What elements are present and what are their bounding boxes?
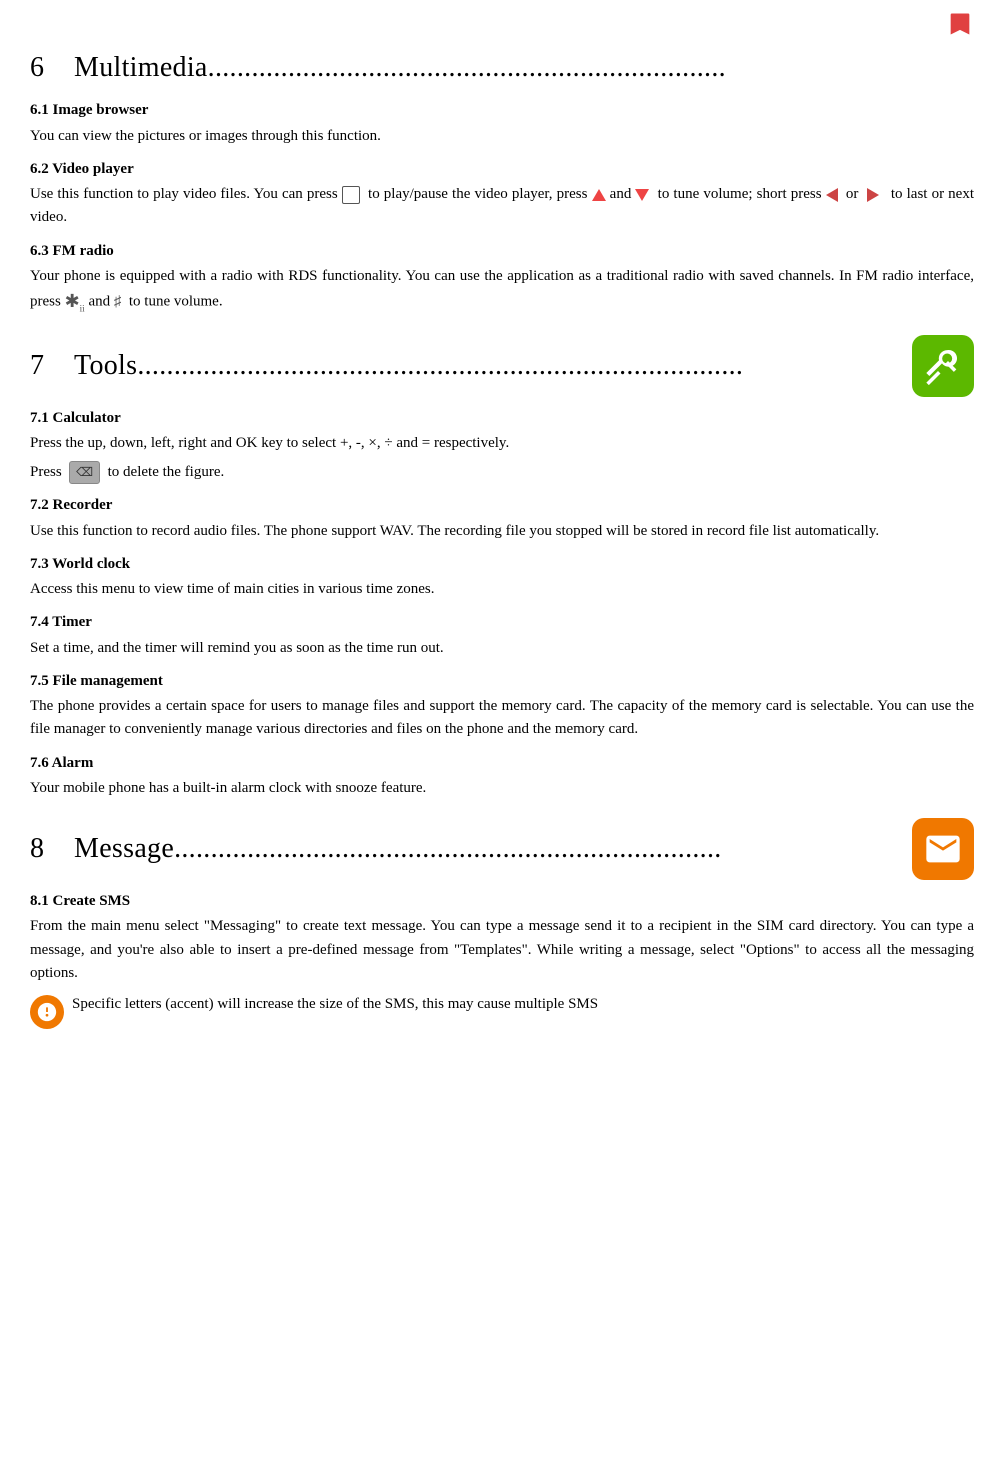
subsection-7-2-body: Use this function to record audio files.… (30, 520, 974, 543)
tools-icon-box (912, 335, 974, 397)
delete-key-icon: ⌫ (69, 461, 100, 484)
subsection-6-1-body: You can view the pictures or images thro… (30, 125, 974, 148)
subsection-8-1-body: From the main menu select "Messaging" to… (30, 915, 974, 985)
wrench-screwdriver-icon (923, 346, 963, 386)
subsection-7-6-title: 7.6 Alarm (30, 752, 974, 775)
right-arrow-icon (867, 188, 879, 202)
section-7-header: 7 Tools.................................… (30, 335, 974, 397)
envelope-icon (923, 829, 963, 869)
subsection-7-3-title: 7.3 World clock (30, 553, 974, 576)
section-7-title: Tools...................................… (74, 344, 912, 387)
star-key-icon: ✱ii (65, 288, 85, 317)
subsection-7-6-body: Your mobile phone has a built-in alarm c… (30, 777, 974, 800)
section-6-number: 6 (30, 46, 60, 89)
note-icon-wrap (30, 995, 64, 1029)
subsection-6-1-title: 6.1 Image browser (30, 99, 974, 122)
section-8-header: 8 Message...............................… (30, 818, 974, 880)
subsection-7-4-title: 7.4 Timer (30, 611, 974, 634)
message-icon-box (912, 818, 974, 880)
subsection-7-2-title: 7.2 Recorder (30, 494, 974, 517)
up-arrow-icon (592, 189, 606, 201)
subsection-7-5-body: The phone provides a certain space for u… (30, 695, 974, 742)
down-arrow-icon (635, 189, 649, 201)
note-container: Specific letters (accent) will increase … (30, 993, 974, 1029)
subsection-6-2-title: 6.2 Video player (30, 158, 974, 181)
section-8-number: 8 (30, 827, 60, 870)
subsection-8-1-title: 8.1 Create SMS (30, 890, 974, 913)
bookmark-icon (946, 10, 974, 38)
subsection-6-3-body: Your phone is equipped with a radio with… (30, 265, 974, 317)
exclamation-icon (36, 1001, 58, 1023)
subsection-6-2-body: Use this function to play video files. Y… (30, 183, 974, 230)
section-8-title: Message.................................… (74, 827, 912, 870)
section-7-number: 7 (30, 344, 60, 387)
hash-key-icon: ♯ (114, 291, 122, 314)
subsection-7-3-body: Access this menu to view time of main ci… (30, 578, 974, 601)
subsection-6-3-title: 6.3 FM radio (30, 240, 974, 263)
play-pause-icon (342, 186, 360, 204)
subsection-7-1-title: 7.1 Calculator (30, 407, 974, 430)
left-arrow-icon (826, 188, 838, 202)
subsection-7-4-body: Set a time, and the timer will remind yo… (30, 637, 974, 660)
subsection-7-1-body-1: Press the up, down, left, right and OK k… (30, 432, 974, 455)
top-bookmark (30, 10, 974, 38)
subsection-7-5-title: 7.5 File management (30, 670, 974, 693)
note-text: Specific letters (accent) will increase … (72, 993, 598, 1016)
subsection-7-1-body-2: Press ⌫ to delete the figure. (30, 461, 974, 484)
warning-circle-icon (30, 995, 64, 1029)
section-6-title: Multimedia..............................… (74, 46, 974, 89)
section-6-header: 6 Multimedia............................… (30, 46, 974, 89)
